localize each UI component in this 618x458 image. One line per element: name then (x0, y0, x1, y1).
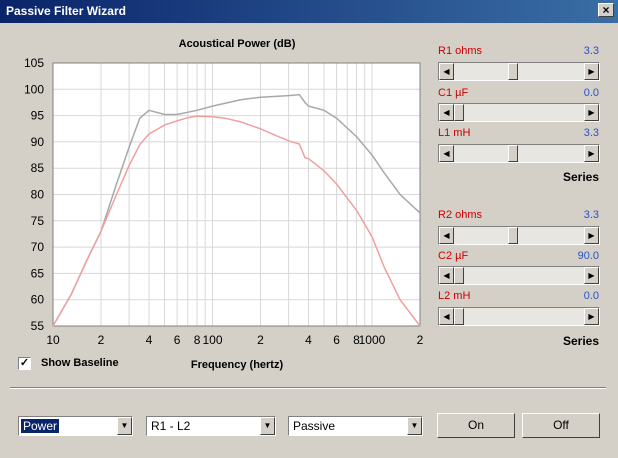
x-tick-label: 2 (98, 333, 105, 347)
scroll-right-arrow-icon[interactable]: ▶ (584, 308, 599, 325)
slider-value-c2: 90.0 (577, 250, 599, 262)
slider-label-r1: R1 ohms (438, 45, 483, 57)
mode-dropdown[interactable]: Power ▼ (18, 416, 133, 436)
y-tick-label: 90 (31, 135, 45, 149)
slider-l1[interactable]: ◀ ▶ (438, 144, 600, 163)
y-tick-label: 85 (31, 161, 45, 175)
slider-value-l2: 0.0 (583, 290, 599, 302)
slider-c2[interactable]: ◀ ▶ (438, 266, 600, 285)
show-baseline-label: Show Baseline (41, 357, 119, 369)
slider-label-c2: C2 µF (438, 250, 469, 262)
x-tick-label: 4 (146, 333, 153, 347)
slider-label-c1: C1 µF (438, 87, 469, 99)
type-dropdown-value: Passive (293, 419, 336, 433)
x-tick-label: 4 (305, 333, 312, 347)
slider-label-l1: L1 mH (438, 127, 471, 139)
show-baseline-checkbox[interactable]: ✓ (18, 357, 31, 370)
y-tick-label: 70 (31, 240, 45, 254)
y-tick-label: 75 (31, 214, 45, 228)
slider-value-r1: 3.3 (583, 45, 599, 57)
scroll-right-arrow-icon[interactable]: ▶ (584, 145, 599, 162)
window-title: Passive Filter Wizard (6, 4, 126, 18)
slider-label-r2: R2 ohms (438, 209, 483, 221)
x-tick-label: 6 (174, 333, 181, 347)
title-bar: Passive Filter Wizard × (0, 0, 618, 23)
range-dropdown-value: R1 - L2 (151, 419, 191, 433)
slider-c1[interactable]: ◀ ▶ (438, 103, 600, 122)
off-button[interactable]: Off (522, 413, 600, 438)
scroll-right-arrow-icon[interactable]: ▶ (584, 104, 599, 121)
x-tick-label: 2 (257, 333, 264, 347)
slider-thumb[interactable] (508, 227, 518, 244)
series-label-2: Series (563, 334, 600, 348)
slider-thumb[interactable] (508, 145, 518, 162)
x-tick-label: 1000 (359, 333, 386, 347)
slider-value-r2: 3.3 (583, 209, 599, 221)
x-tick-label: 8 (194, 333, 201, 347)
x-tick-label: 2 (417, 333, 424, 347)
scroll-left-arrow-icon[interactable]: ◀ (439, 104, 454, 121)
scroll-right-arrow-icon[interactable]: ▶ (584, 267, 599, 284)
slider-l2[interactable]: ◀ ▶ (438, 307, 600, 326)
x-tick-label: 6 (333, 333, 340, 347)
slider-r1[interactable]: ◀ ▶ (438, 62, 600, 81)
scroll-right-arrow-icon[interactable]: ▶ (584, 63, 599, 80)
slider-r2[interactable]: ◀ ▶ (438, 226, 600, 245)
type-dropdown[interactable]: Passive ▼ (288, 416, 423, 436)
x-tick-label: 100 (202, 333, 222, 347)
slider-value-c1: 0.0 (583, 87, 599, 99)
chevron-down-icon[interactable]: ▼ (407, 417, 422, 435)
chart-title: Acoustical Power (dB) (179, 38, 296, 50)
slider-value-l1: 3.3 (583, 127, 599, 139)
y-tick-label: 65 (31, 266, 45, 280)
y-tick-label: 105 (24, 56, 44, 70)
x-axis-label: Frequency (hertz) (191, 359, 284, 371)
y-tick-label: 100 (24, 82, 44, 96)
close-button[interactable]: × (598, 3, 614, 17)
y-tick-label: 60 (31, 293, 45, 307)
y-tick-label: 80 (31, 188, 45, 202)
divider (10, 387, 606, 389)
x-tick-label: 10 (46, 333, 60, 347)
scroll-left-arrow-icon[interactable]: ◀ (439, 267, 454, 284)
slider-thumb[interactable] (454, 308, 464, 325)
slider-thumb[interactable] (454, 104, 464, 121)
mode-dropdown-value: Power (19, 418, 61, 434)
scroll-left-arrow-icon[interactable]: ◀ (439, 63, 454, 80)
slider-label-l2: L2 mH (438, 290, 471, 302)
slider-thumb[interactable] (508, 63, 518, 80)
slider-thumb[interactable] (454, 267, 464, 284)
y-tick-label: 55 (31, 319, 45, 333)
chevron-down-icon[interactable]: ▼ (117, 417, 132, 435)
scroll-left-arrow-icon[interactable]: ◀ (439, 145, 454, 162)
on-button[interactable]: On (437, 413, 515, 438)
scroll-left-arrow-icon[interactable]: ◀ (439, 308, 454, 325)
chevron-down-icon[interactable]: ▼ (260, 417, 275, 435)
y-tick-label: 95 (31, 109, 45, 123)
scroll-left-arrow-icon[interactable]: ◀ (439, 227, 454, 244)
series-label-1: Series (563, 170, 600, 184)
range-dropdown[interactable]: R1 - L2 ▼ (146, 416, 276, 436)
scroll-right-arrow-icon[interactable]: ▶ (584, 227, 599, 244)
power-chart: 55606570758085909510010510 2 4 6 8 100 2 4 6 8100… (24, 38, 424, 371)
